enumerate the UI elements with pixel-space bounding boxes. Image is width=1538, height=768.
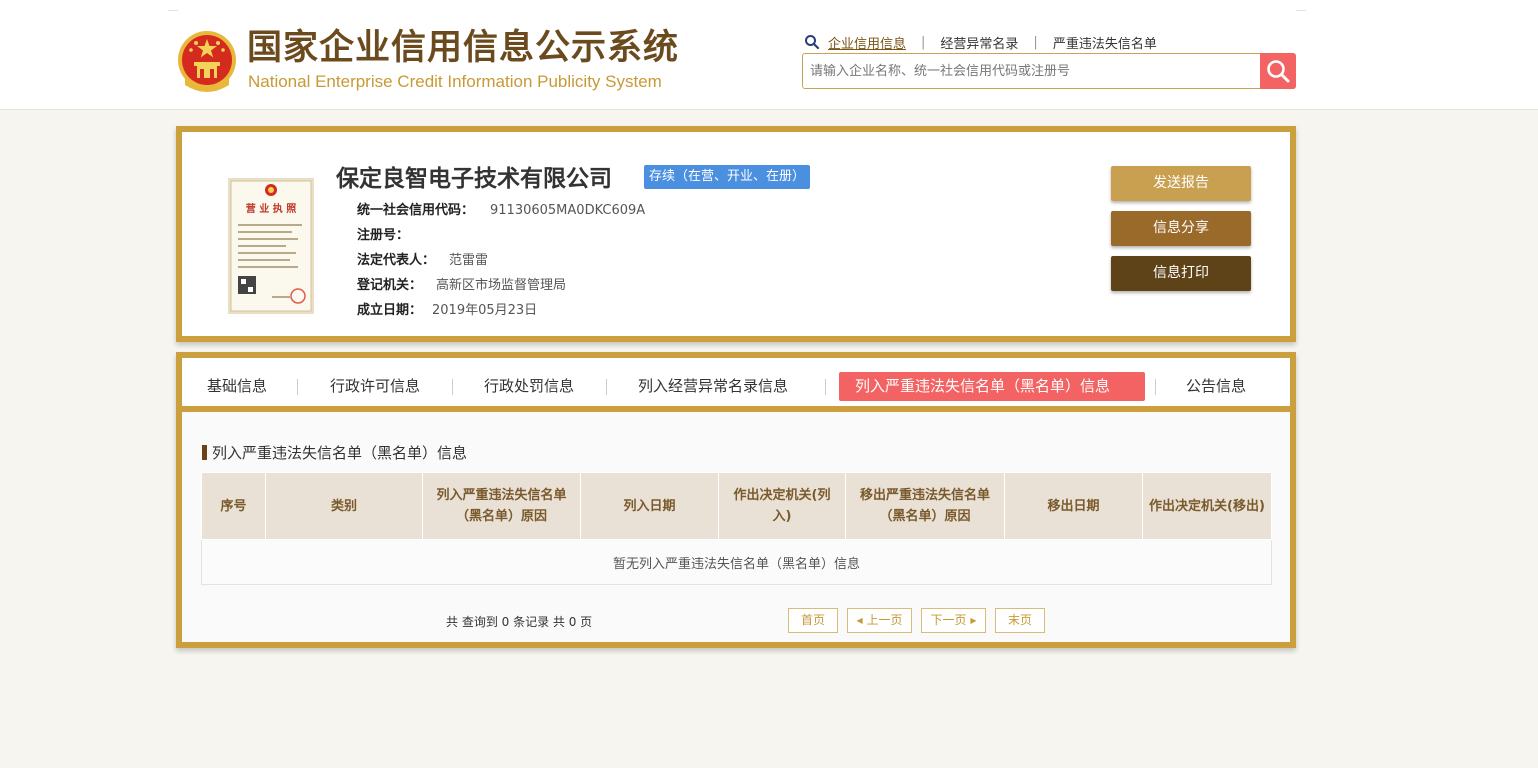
info-row-registration-number: 注册号： — [357, 227, 423, 245]
column-header: 移出严重违法失信名单（黑名单）原因 — [845, 472, 1005, 540]
last-page-button[interactable]: 末页 — [995, 608, 1045, 633]
section-title: 列入严重违法失信名单（黑名单）信息 — [202, 442, 467, 462]
field-label: 注册号： — [357, 228, 410, 243]
company-info-card: 营 业 执 照 保定良智电子技术有限公司 存续（在营、开业、在册） 统一社会信用… — [176, 126, 1296, 342]
pagination-summary: 共 查询到 0 条记录 共 0 页 — [446, 615, 593, 629]
site-title-english: National Enterprise Credit Information P… — [248, 72, 662, 91]
info-row-legal-representative: 法定代表人： 范雷雷 — [357, 252, 488, 270]
column-header: 列入日期 — [580, 472, 719, 540]
tab-abnormal-operations[interactable]: 列入经营异常名录信息 — [638, 372, 788, 401]
print-info-button[interactable]: 信息打印 — [1111, 256, 1251, 291]
tab-basic-info[interactable]: 基础信息 — [207, 372, 267, 401]
tab-administrative-license[interactable]: 行政许可信息 — [330, 372, 420, 401]
table-row: 暂无列入严重违法失信名单（黑名单）信息 — [201, 539, 1272, 585]
section-title-marker — [202, 444, 207, 460]
column-header: 类别 — [265, 472, 423, 540]
empty-table-message: 暂无列入严重违法失信名单（黑名单）信息 — [201, 539, 1272, 585]
business-license-thumbnail[interactable]: 营 业 执 照 — [228, 178, 314, 314]
search-box — [802, 53, 1296, 89]
info-tabs-panel: 基础信息 行政许可信息 行政处罚信息 列入经营异常名录信息 列入严重违法失信名单… — [176, 352, 1296, 648]
chevron-left-icon: ◀ — [856, 616, 863, 625]
info-row-registration-authority: 登记机关： 高新区市场监督管理局 — [357, 277, 566, 295]
header-decor-line-left — [168, 10, 178, 11]
field-label: 统一社会信用代码： — [357, 203, 475, 218]
nav-separator: | — [1033, 34, 1038, 50]
top-nav: 企业信用信息 | 经营异常名录 | 严重违法失信名单 — [804, 32, 1157, 52]
national-emblem-icon — [178, 31, 236, 92]
tab-divider — [825, 379, 826, 395]
info-row-credit-code: 统一社会信用代码： 91130605MA0DKC609A — [357, 202, 645, 220]
search-button[interactable] — [1260, 53, 1296, 89]
license-title: 营 业 执 照 — [246, 202, 296, 215]
next-page-button[interactable]: 下一页 ▶ — [921, 608, 986, 633]
field-label: 登记机关： — [357, 278, 423, 293]
nav-separator: | — [921, 34, 926, 50]
chevron-right-icon: ▶ — [970, 616, 977, 625]
share-info-button[interactable]: 信息分享 — [1111, 211, 1251, 246]
blacklist-table: 序号 类别 列入严重违法失信名单（黑名单）原因 列入日期 作出决定机关(列入) … — [201, 472, 1272, 585]
section-title-text: 列入严重违法失信名单（黑名单）信息 — [212, 443, 468, 462]
site-title-chinese: 国家企业信用信息公示系统 — [247, 28, 680, 68]
tab-divider — [297, 379, 298, 395]
company-name: 保定良智电子技术有限公司 — [336, 166, 612, 192]
search-icon — [1267, 60, 1290, 83]
field-label: 成立日期： — [357, 303, 423, 318]
next-page-label: 下一页 — [930, 613, 967, 627]
tab-bar: 基础信息 行政许可信息 行政处罚信息 列入经营异常名录信息 列入严重违法失信名单… — [182, 358, 1290, 412]
header-decor-line-right — [1296, 10, 1306, 11]
prev-page-label: 上一页 — [866, 613, 903, 627]
column-header: 作出决定机关(移出) — [1142, 472, 1272, 540]
column-header: 序号 — [201, 472, 266, 540]
tab-administrative-penalty[interactable]: 行政处罚信息 — [484, 372, 574, 401]
send-report-button[interactable]: 发送报告 — [1111, 166, 1251, 201]
nav-link-blacklist[interactable]: 严重违法失信名单 — [1053, 33, 1157, 52]
table-header-row: 序号 类别 列入严重违法失信名单（黑名单）原因 列入日期 作出决定机关(列入) … — [201, 472, 1272, 540]
site-header: 国家企业信用信息公示系统 National Enterprise Credit … — [0, 0, 1538, 110]
search-icon — [805, 35, 820, 50]
nav-link-abnormal-list[interactable]: 经营异常名录 — [940, 33, 1018, 52]
tab-divider — [452, 379, 453, 395]
nav-link-enterprise-credit[interactable]: 企业信用信息 — [828, 33, 906, 52]
field-value: 高新区市场监督管理局 — [436, 278, 567, 293]
status-badge: 存续（在营、开业、在册） — [644, 165, 811, 189]
search-input[interactable] — [803, 54, 1261, 88]
info-row-established-date: 成立日期： 2019年05月23日 — [357, 302, 537, 320]
field-value: 范雷雷 — [449, 253, 489, 268]
prev-page-button[interactable]: ◀ 上一页 — [847, 608, 912, 633]
tab-blacklist[interactable]: 列入严重违法失信名单（黑名单）信息 — [839, 372, 1145, 401]
first-page-button[interactable]: 首页 — [788, 608, 838, 633]
tab-divider — [606, 379, 607, 395]
field-label: 法定代表人： — [357, 253, 436, 268]
tab-divider — [1155, 379, 1156, 395]
tab-announcements[interactable]: 公告信息 — [1186, 372, 1246, 401]
column-header: 移出日期 — [1004, 472, 1143, 540]
field-value: 2019年05月23日 — [432, 303, 538, 318]
column-header: 作出决定机关(列入) — [718, 472, 846, 540]
column-header: 列入严重违法失信名单（黑名单）原因 — [422, 472, 581, 540]
field-value: 91130605MA0DKC609A — [490, 203, 646, 218]
